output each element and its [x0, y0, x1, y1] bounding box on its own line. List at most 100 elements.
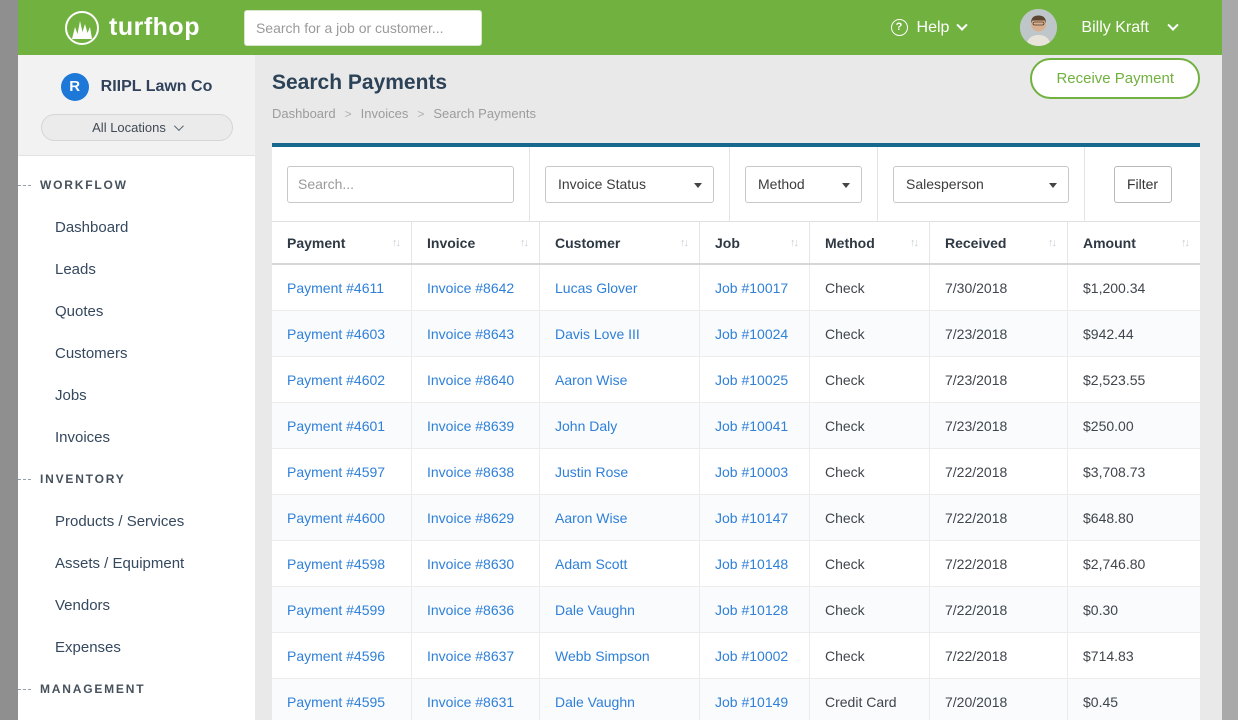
sidebar-item-invoices[interactable]: Invoices [18, 416, 255, 458]
customer-link[interactable]: Webb Simpson [540, 633, 700, 678]
payments-table: Payment↑↓Invoice↑↓Customer↑↓Job↑↓Method↑… [272, 221, 1200, 720]
payment-link[interactable]: Payment #4611 [272, 265, 412, 310]
job-link[interactable]: Job #10149 [700, 679, 810, 720]
invoice-link[interactable]: Invoice #8630 [412, 541, 540, 586]
customer-link[interactable]: Aaron Wise [540, 495, 700, 540]
sidebar-item-dashboard[interactable]: Dashboard [18, 206, 255, 248]
sidebar-item-quotes[interactable]: Quotes [18, 290, 255, 332]
receive-payment-button[interactable]: Receive Payment [1030, 58, 1200, 99]
job-link[interactable]: Job #10128 [700, 587, 810, 632]
select-value: Method [758, 176, 805, 192]
filter-cell: Invoice Status [530, 147, 730, 221]
customer-link[interactable]: Justin Rose [540, 449, 700, 494]
column-header-received[interactable]: Received↑↓ [930, 222, 1068, 263]
amount-cell: $2,523.55 [1068, 357, 1200, 402]
breadcrumb-dashboard[interactable]: Dashboard [272, 106, 336, 121]
payment-link[interactable]: Payment #4600 [272, 495, 412, 540]
table-row: Payment #4600Invoice #8629Aaron WiseJob … [272, 495, 1200, 541]
sort-icon: ↑↓ [680, 237, 687, 249]
job-link[interactable]: Job #10017 [700, 265, 810, 310]
sort-icon: ↑↓ [1181, 237, 1188, 249]
column-header-invoice[interactable]: Invoice↑↓ [412, 222, 540, 263]
payment-link[interactable]: Payment #4599 [272, 587, 412, 632]
job-link[interactable]: Job #10025 [700, 357, 810, 402]
invoice-link[interactable]: Invoice #8639 [412, 403, 540, 448]
customer-link[interactable]: Adam Scott [540, 541, 700, 586]
chevron-down-icon[interactable] [1167, 19, 1178, 30]
help-menu[interactable]: ? Help [891, 19, 967, 37]
invoice-link[interactable]: Invoice #8640 [412, 357, 540, 402]
filter-cell: Method [730, 147, 878, 221]
received-cell: 7/23/2018 [930, 403, 1068, 448]
brand-name: turfhop [109, 13, 200, 42]
payment-link[interactable]: Payment #4598 [272, 541, 412, 586]
sort-icon: ↑↓ [910, 237, 917, 249]
method-cell: Credit Card [810, 679, 930, 720]
sidebar-item-leads[interactable]: Leads [18, 248, 255, 290]
customer-link[interactable]: Dale Vaughn [540, 587, 700, 632]
column-header-customer[interactable]: Customer↑↓ [540, 222, 700, 263]
salesperson-select[interactable]: Salesperson [893, 166, 1069, 203]
column-header-job[interactable]: Job↑↓ [700, 222, 810, 263]
column-header-amount[interactable]: Amount↑↓ [1068, 222, 1200, 263]
sidebar-item-vendors[interactable]: Vendors [18, 584, 255, 626]
left-gutter [0, 0, 18, 720]
job-link[interactable]: Job #10147 [700, 495, 810, 540]
table-row: Payment #4597Invoice #8638Justin RoseJob… [272, 449, 1200, 495]
payment-link[interactable]: Payment #4596 [272, 633, 412, 678]
breadcrumb-invoices[interactable]: Invoices [361, 106, 409, 121]
scrollbar-track[interactable] [1222, 0, 1238, 720]
payment-link[interactable]: Payment #4603 [272, 311, 412, 356]
sidebar-item-products-services[interactable]: Products / Services [18, 500, 255, 542]
filter-button[interactable]: Filter [1114, 166, 1172, 203]
sidebar-item-customers[interactable]: Customers [18, 332, 255, 374]
table-row: Payment #4595Invoice #8631Dale VaughnJob… [272, 679, 1200, 720]
customer-link[interactable]: Davis Love III [540, 311, 700, 356]
job-link[interactable]: Job #10041 [700, 403, 810, 448]
column-header-method[interactable]: Method↑↓ [810, 222, 930, 263]
invoice-link[interactable]: Invoice #8642 [412, 265, 540, 310]
amount-cell: $648.80 [1068, 495, 1200, 540]
sort-icon: ↑↓ [392, 237, 399, 249]
payment-link[interactable]: Payment #4595 [272, 679, 412, 720]
sort-icon: ↑↓ [790, 237, 797, 249]
global-search-input[interactable] [244, 10, 482, 46]
method-select[interactable]: Method [745, 166, 862, 203]
job-link[interactable]: Job #10148 [700, 541, 810, 586]
method-cell: Check [810, 633, 930, 678]
invoice-link[interactable]: Invoice #8629 [412, 495, 540, 540]
table-row: Payment #4596Invoice #8637Webb SimpsonJo… [272, 633, 1200, 679]
sidebar-item-expenses[interactable]: Expenses [18, 626, 255, 668]
sidebar-item-jobs[interactable]: Jobs [18, 374, 255, 416]
brand-logo[interactable]: turfhop [65, 11, 200, 45]
customer-link[interactable]: Aaron Wise [540, 357, 700, 402]
chevron-down-icon [957, 19, 968, 30]
amount-cell: $0.30 [1068, 587, 1200, 632]
received-cell: 7/30/2018 [930, 265, 1068, 310]
job-link[interactable]: Job #10002 [700, 633, 810, 678]
invoice-status-select[interactable]: Invoice Status [545, 166, 714, 203]
customer-link[interactable]: John Daly [540, 403, 700, 448]
table-search-input[interactable] [287, 166, 514, 203]
user-name[interactable]: Billy Kraft [1081, 19, 1149, 37]
location-selector-label: All Locations [92, 120, 166, 135]
invoice-link[interactable]: Invoice #8637 [412, 633, 540, 678]
invoice-link[interactable]: Invoice #8643 [412, 311, 540, 356]
sidebar-item-assets-equipment[interactable]: Assets / Equipment [18, 542, 255, 584]
customer-link[interactable]: Dale Vaughn [540, 679, 700, 720]
job-link[interactable]: Job #10024 [700, 311, 810, 356]
column-header-payment[interactable]: Payment↑↓ [272, 222, 412, 263]
invoice-link[interactable]: Invoice #8638 [412, 449, 540, 494]
payment-link[interactable]: Payment #4602 [272, 357, 412, 402]
sort-icon: ↑↓ [1048, 237, 1055, 249]
payment-link[interactable]: Payment #4597 [272, 449, 412, 494]
job-link[interactable]: Job #10003 [700, 449, 810, 494]
invoice-link[interactable]: Invoice #8636 [412, 587, 540, 632]
invoice-link[interactable]: Invoice #8631 [412, 679, 540, 720]
customer-link[interactable]: Lucas Glover [540, 265, 700, 310]
sidebar-section-management: MANAGEMENT [18, 668, 255, 710]
user-avatar[interactable] [1020, 9, 1057, 46]
table-row: Payment #4599Invoice #8636Dale VaughnJob… [272, 587, 1200, 633]
location-selector[interactable]: All Locations [41, 114, 233, 141]
payment-link[interactable]: Payment #4601 [272, 403, 412, 448]
